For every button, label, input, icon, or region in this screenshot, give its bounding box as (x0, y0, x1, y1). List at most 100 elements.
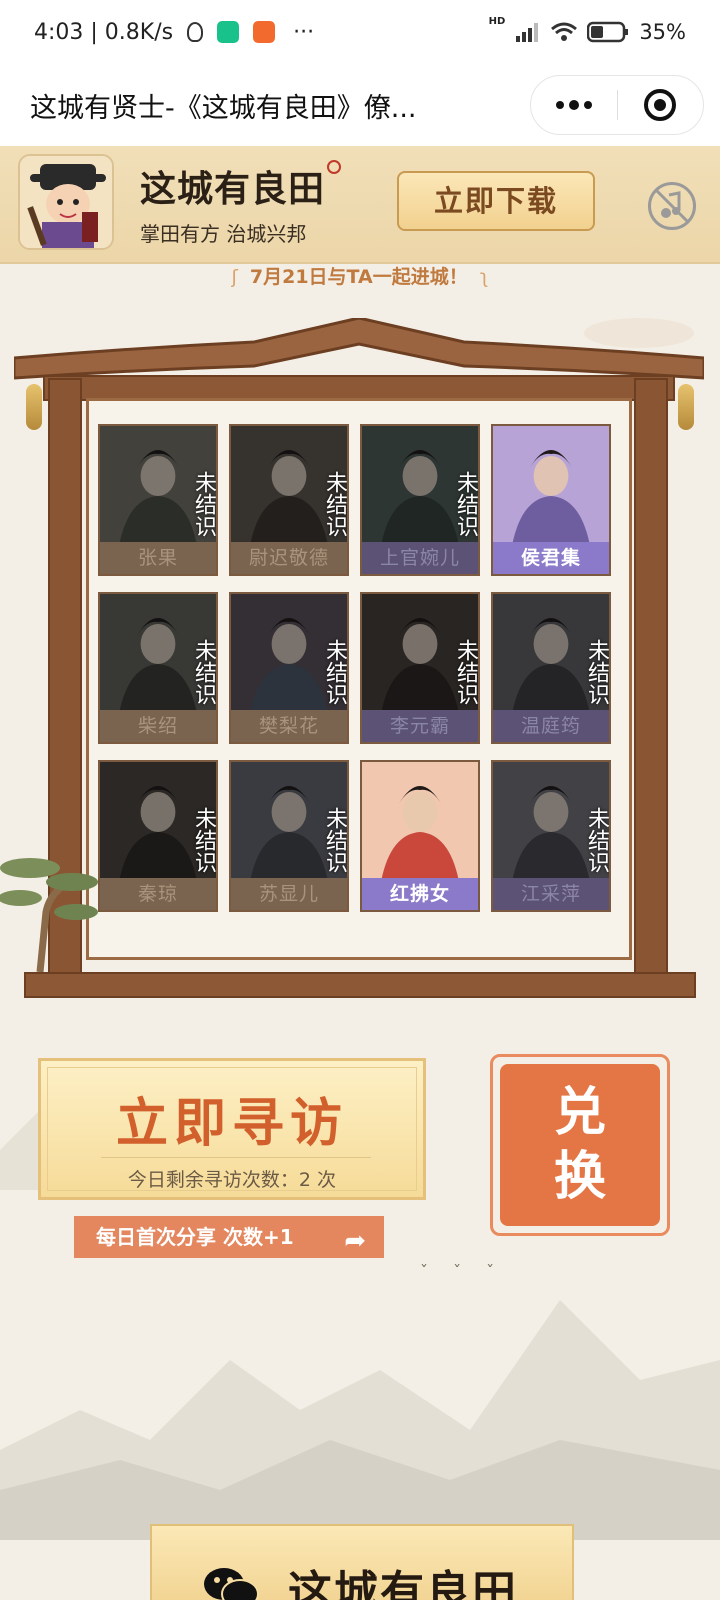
not-met-hint-text: 未结识 (584, 807, 609, 873)
battery-icon (587, 21, 629, 43)
character-name: 红拂女 (362, 878, 478, 910)
character-card[interactable]: 未结识苏显儿 (229, 760, 349, 912)
exchange-label-2: 换 (553, 1146, 606, 1207)
more-notifications-icon: ··· (293, 19, 315, 45)
pavilion-base-beam (24, 972, 696, 998)
share-bonus-label: 每日首次分享 次数+1 (96, 1225, 294, 1249)
hd-label: HD (488, 16, 506, 27)
status-left: 4:03 | 0.8K/s ··· (34, 20, 314, 45)
birds-decoration: ˇ ˇ ˇ (420, 1262, 505, 1281)
character-name: 柴绍 (100, 710, 216, 742)
music-muted-icon (655, 189, 689, 223)
not-met-hint: 未结识 (100, 628, 216, 716)
game-slogan: 掌田有方 治城兴邦 (140, 222, 307, 246)
search-visit-button[interactable]: 立即寻访 今日剩余寻访次数：2 次 (38, 1058, 426, 1200)
footer-banner: 这城有良田 (150, 1524, 574, 1600)
shield-app-icon (217, 21, 240, 43)
character-card[interactable]: 未结识李元霸 (360, 592, 480, 744)
game-logo: 这城有良田 (140, 160, 342, 212)
not-met-hint-text: 未结识 (191, 807, 216, 873)
character-name: 侯君集 (493, 542, 609, 574)
character-name: 尉迟敬德 (231, 542, 347, 574)
not-met-hint: 未结识 (100, 460, 216, 548)
pavilion-post-right (634, 378, 668, 978)
not-met-hint: 未结识 (362, 628, 478, 716)
pine-tree-decoration (0, 858, 98, 972)
more-dots-icon (555, 100, 592, 110)
character-card[interactable]: 红拂女 (360, 760, 480, 912)
download-banner: 这城有良田 掌田有方 治城兴邦 立即下载 (0, 146, 720, 264)
battery-percent: 35% (639, 20, 686, 44)
status-bar: 4:03 | 0.8K/s ··· HD 35% (0, 0, 720, 64)
remaining-visits-text: 今日剩余寻访次数：2 次 (127, 1169, 337, 1191)
official-character-illustration (20, 156, 112, 248)
not-met-hint-text: 未结识 (322, 807, 347, 873)
lantern-left (26, 384, 42, 430)
not-met-hint: 未结识 (231, 796, 347, 884)
footer-game-logo: 这城有良田 (288, 1567, 518, 1600)
not-met-hint-text: 未结识 (322, 471, 347, 537)
download-now-button[interactable]: 立即下载 (397, 171, 595, 231)
wechat-icon (204, 1568, 259, 1600)
page-title: 这城有贤士-《这城有良田》僚... (30, 92, 417, 124)
character-card[interactable]: 未结识秦琼 (98, 760, 218, 912)
character-name: 苏显儿 (231, 878, 347, 910)
not-met-hint: 未结识 (493, 796, 609, 884)
character-card[interactable]: 未结识上官婉儿 (360, 424, 480, 576)
mini-program-nav-bar: 这城有贤士-《这城有良田》僚... (0, 64, 720, 146)
character-name: 樊梨花 (231, 710, 347, 742)
game-app-avatar (18, 154, 114, 250)
not-met-hint-text: 未结识 (191, 639, 216, 705)
music-toggle-button[interactable] (648, 182, 696, 230)
not-met-hint: 未结识 (231, 628, 347, 716)
not-met-hint-text: 未结识 (191, 471, 216, 537)
swirl-right-icon: ʅ (479, 266, 489, 288)
share-bonus-button[interactable]: 每日首次分享 次数+1 ➦ (74, 1216, 384, 1258)
not-met-hint: 未结识 (493, 628, 609, 716)
exchange-face: 兑 换 (500, 1064, 660, 1226)
character-name: 江采萍 (493, 878, 609, 910)
more-menu-button[interactable] (531, 76, 617, 134)
character-card[interactable]: 侯君集 (491, 424, 611, 576)
date-announcement-text: 7月21日与TA一起进城！ (249, 266, 468, 288)
character-name: 温庭筠 (493, 710, 609, 742)
app-grid-icon (253, 21, 276, 43)
share-arrow-icon: ➦ (344, 1226, 366, 1256)
character-card[interactable]: 未结识柴绍 (98, 592, 218, 744)
wifi-icon (551, 22, 578, 41)
close-mini-program-button[interactable] (618, 76, 704, 134)
not-met-hint: 未结识 (100, 796, 216, 884)
not-met-hint-text: 未结识 (453, 471, 478, 537)
mountain-landscape-decoration (0, 1300, 720, 1540)
capsule-menu (530, 75, 704, 135)
status-time-speed: 4:03 | 0.8K/s (34, 19, 174, 45)
character-card[interactable]: 未结识张果 (98, 424, 218, 576)
visit-button-title: 立即寻访 (115, 1093, 348, 1154)
swirl-left-icon: ʃ (231, 266, 238, 288)
character-name: 上官婉儿 (362, 542, 478, 574)
signal-icon (516, 23, 539, 42)
date-announcement: ʃ 7月21日与TA一起进城！ ʅ (0, 262, 720, 289)
not-met-hint-text: 未结识 (453, 639, 478, 705)
logo-seal (327, 160, 342, 174)
lantern-right (678, 384, 694, 430)
character-portrait (362, 762, 478, 880)
not-met-hint-text: 未结识 (584, 639, 609, 705)
exchange-label-1: 兑 (553, 1082, 606, 1143)
character-card[interactable]: 未结识尉迟敬德 (229, 424, 349, 576)
character-card[interactable]: 未结识江采萍 (491, 760, 611, 912)
visit-divider (101, 1157, 371, 1158)
not-met-hint: 未结识 (231, 460, 347, 548)
character-name: 张果 (100, 542, 216, 574)
character-portrait (493, 426, 609, 544)
character-card[interactable]: 未结识温庭筠 (491, 592, 611, 744)
pavilion-roof (14, 318, 704, 401)
character-name: 李元霸 (362, 710, 478, 742)
character-card[interactable]: 未结识樊梨花 (229, 592, 349, 744)
not-met-hint-text: 未结识 (322, 639, 347, 705)
qq-icon (187, 22, 204, 42)
exchange-button[interactable]: 兑 换 (490, 1054, 670, 1236)
status-right: HD 35% (489, 16, 686, 44)
character-name: 秦琼 (100, 878, 216, 910)
not-met-hint: 未结识 (362, 460, 478, 548)
